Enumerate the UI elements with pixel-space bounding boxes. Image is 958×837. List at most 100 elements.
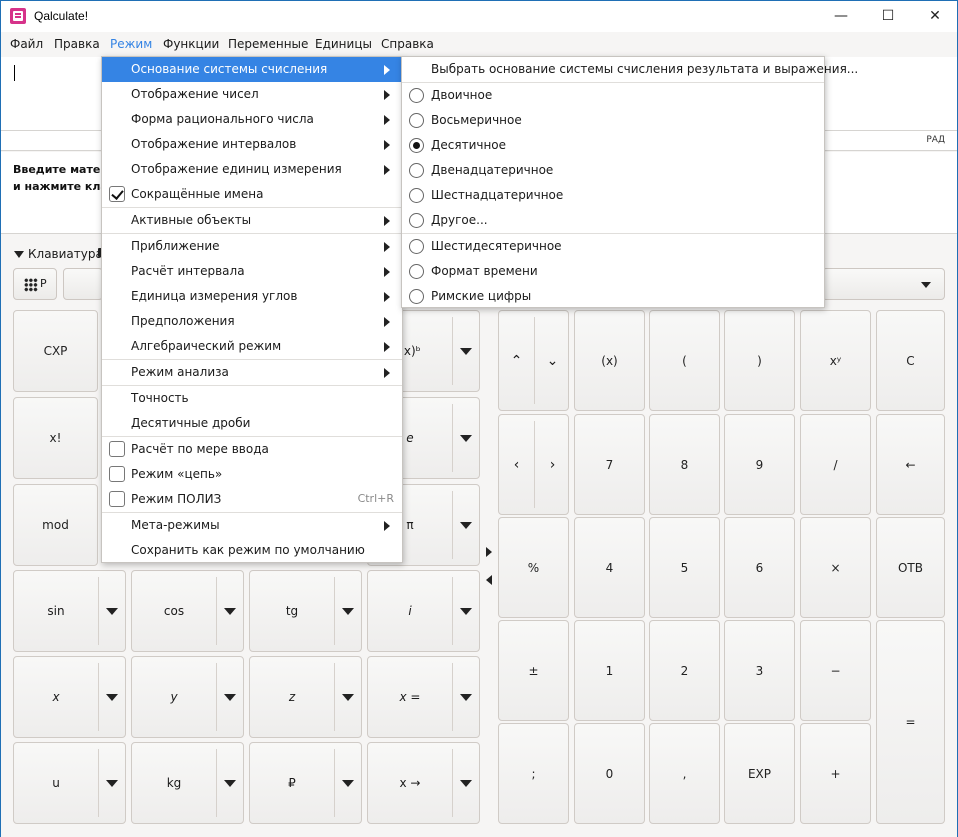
- menu-item-algebraic-mode[interactable]: Алгебраический режим: [102, 334, 402, 359]
- key-clear[interactable]: C: [876, 310, 945, 411]
- key-6[interactable]: 6: [724, 517, 795, 618]
- key-3[interactable]: 3: [724, 620, 795, 721]
- up-arrow-icon[interactable]: ⌃: [499, 311, 534, 410]
- key-4[interactable]: 4: [574, 517, 645, 618]
- menu-item-sexagesimal[interactable]: Шестидесятеричное: [402, 234, 824, 259]
- chevron-down-icon[interactable]: [453, 571, 479, 651]
- menu-item-time-format[interactable]: Формат времени: [402, 259, 824, 284]
- minimize-button[interactable]: —: [818, 1, 864, 32]
- key-minus[interactable]: −: [800, 620, 871, 721]
- chevron-down-icon[interactable]: [335, 743, 361, 823]
- expand-right-icon[interactable]: [486, 547, 492, 557]
- chevron-down-icon[interactable]: [453, 311, 479, 391]
- chevron-down-icon[interactable]: [453, 657, 479, 737]
- key-divide[interactable]: /: [800, 414, 871, 515]
- menu-item-rpn-mode[interactable]: Режим ПОЛИЗ Ctrl+R: [102, 487, 402, 512]
- close-button[interactable]: ✕: [912, 1, 958, 32]
- key-factorial[interactable]: x!: [13, 397, 98, 479]
- key-convert[interactable]: x →: [367, 742, 480, 824]
- menu-mode[interactable]: Режим: [110, 37, 152, 51]
- key-unit-u[interactable]: u: [13, 742, 126, 824]
- keypad-function-combo[interactable]: [822, 268, 945, 300]
- menu-item-interval-display[interactable]: Отображение интервалов: [102, 132, 402, 157]
- key-close-paren[interactable]: ): [724, 310, 795, 411]
- menu-item-abbreviated-names[interactable]: Сокращённые имена: [102, 182, 402, 207]
- key-exp[interactable]: EXP: [724, 723, 795, 824]
- angle-unit-indicator[interactable]: РАД: [926, 135, 945, 145]
- maximize-button[interactable]: ☐: [865, 1, 911, 32]
- menu-item-rational-form[interactable]: Форма рационального числа: [102, 107, 402, 132]
- chevron-down-icon[interactable]: [217, 743, 243, 823]
- key-1[interactable]: 1: [574, 620, 645, 721]
- menu-item-approximation[interactable]: Приближение: [102, 234, 402, 259]
- key-currency[interactable]: ₽: [249, 742, 362, 824]
- menu-item-decimals[interactable]: Десятичные дроби: [102, 411, 402, 436]
- menu-item-duodecimal[interactable]: Двенадцатеричное: [402, 158, 824, 183]
- key-2[interactable]: 2: [649, 620, 720, 721]
- key-9[interactable]: 9: [724, 414, 795, 515]
- menu-units[interactable]: Единицы: [315, 37, 372, 51]
- chevron-down-icon[interactable]: [217, 657, 243, 737]
- key-open-paren[interactable]: (: [649, 310, 720, 411]
- key-sin[interactable]: sin: [13, 570, 126, 652]
- radio-icon[interactable]: [409, 213, 424, 228]
- key-semicolon[interactable]: ;: [498, 723, 569, 824]
- key-unit-kg[interactable]: kg: [131, 742, 244, 824]
- chevron-down-icon[interactable]: [99, 657, 125, 737]
- chevron-down-icon[interactable]: [453, 485, 479, 565]
- radio-icon[interactable]: [409, 239, 424, 254]
- menu-item-number-display[interactable]: Отображение чисел: [102, 82, 402, 107]
- key-history-nav[interactable]: ⌃ ⌄: [498, 310, 569, 411]
- key-equals[interactable]: =: [876, 620, 945, 824]
- key-percent[interactable]: %: [498, 517, 569, 618]
- key-mod[interactable]: mod: [13, 484, 98, 566]
- menu-item-calc-as-you-type[interactable]: Расчёт по мере ввода: [102, 437, 402, 462]
- menu-item-other-base[interactable]: Другое...: [402, 208, 824, 233]
- menu-functions[interactable]: Функции: [163, 37, 219, 51]
- checkbox-unchecked-icon[interactable]: [109, 491, 125, 507]
- key-cxp[interactable]: CXP: [13, 310, 98, 392]
- menu-item-number-base[interactable]: Основание системы счисления: [102, 57, 402, 82]
- menu-item-meta-modes[interactable]: Мета-режимы: [102, 513, 402, 538]
- left-arrow-icon[interactable]: ‹: [499, 415, 534, 514]
- right-arrow-icon[interactable]: ›: [535, 415, 570, 514]
- key-answer[interactable]: ОТВ: [876, 517, 945, 618]
- key-plus-minus[interactable]: ±: [498, 620, 569, 721]
- chevron-down-icon[interactable]: [217, 571, 243, 651]
- menu-item-hexadecimal[interactable]: Шестнадцатеричное: [402, 183, 824, 208]
- chevron-down-icon[interactable]: [99, 571, 125, 651]
- key-0[interactable]: 0: [574, 723, 645, 824]
- keypad-mode-combo[interactable]: [63, 268, 103, 300]
- key-x[interactable]: x: [13, 656, 126, 738]
- radio-icon[interactable]: [409, 113, 424, 128]
- key-7[interactable]: 7: [574, 414, 645, 515]
- menu-variables[interactable]: Переменные: [228, 37, 308, 51]
- key-y[interactable]: y: [131, 656, 244, 738]
- key-cos[interactable]: cos: [131, 570, 244, 652]
- menu-item-assumptions[interactable]: Предположения: [102, 309, 402, 334]
- key-assign[interactable]: x =: [367, 656, 480, 738]
- menu-item-interval-calc[interactable]: Расчёт интервала: [102, 259, 402, 284]
- menu-edit[interactable]: Правка: [54, 37, 100, 51]
- radio-icon[interactable]: [409, 88, 424, 103]
- key-i[interactable]: i: [367, 570, 480, 652]
- checkbox-unchecked-icon[interactable]: [109, 466, 125, 482]
- menu-item-active-objects[interactable]: Активные объекты: [102, 208, 402, 233]
- keypad-toggle[interactable]: Клавиатура: [14, 247, 103, 261]
- menu-item-chain-mode[interactable]: Режим «цепь»: [102, 462, 402, 487]
- radio-icon[interactable]: [409, 264, 424, 279]
- key-power[interactable]: xʸ: [800, 310, 871, 411]
- menu-file[interactable]: Файл: [10, 37, 43, 51]
- key-tg[interactable]: tg: [249, 570, 362, 652]
- chevron-down-icon[interactable]: [335, 657, 361, 737]
- menu-item-binary[interactable]: Двоичное: [402, 83, 824, 108]
- radio-selected-icon[interactable]: [409, 138, 424, 153]
- menu-item-save-default-mode[interactable]: Сохранить как режим по умолчанию: [102, 538, 402, 563]
- menu-item-angle-unit[interactable]: Единица измерения углов: [102, 284, 402, 309]
- menu-item-parsing-mode[interactable]: Режим анализа: [102, 360, 402, 385]
- chevron-down-icon[interactable]: [453, 743, 479, 823]
- key-backspace[interactable]: ←: [876, 414, 945, 515]
- key-decimal-comma[interactable]: ,: [649, 723, 720, 824]
- menu-item-octal[interactable]: Восьмеричное: [402, 108, 824, 133]
- menu-item-precision[interactable]: Точность: [102, 386, 402, 411]
